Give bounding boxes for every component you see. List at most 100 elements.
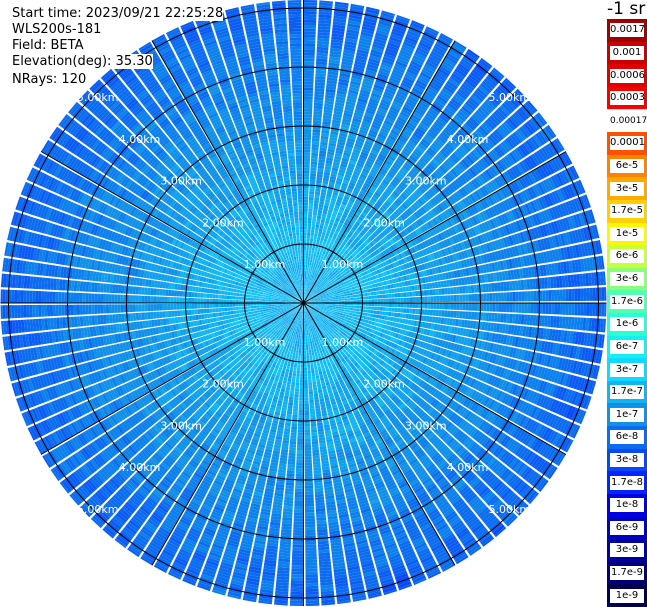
range-gate	[530, 290, 534, 302]
range-gate	[370, 295, 375, 299]
range-gate	[390, 288, 395, 294]
range-gate	[303, 43, 316, 47]
range-gate	[304, 282, 306, 286]
range-gate	[303, 93, 313, 97]
range-gate	[347, 307, 351, 311]
range-gate	[341, 298, 345, 301]
range-gate	[303, 176, 310, 180]
range-gate	[303, 34, 316, 38]
range-gate	[415, 303, 419, 309]
range-gate	[329, 299, 333, 302]
range-gate	[303, 37, 316, 41]
range-gate	[498, 303, 502, 312]
range-gate	[305, 252, 309, 257]
range-gate	[388, 289, 392, 294]
range-gate	[321, 300, 325, 302]
range-gate	[356, 300, 360, 303]
range-gate	[370, 310, 374, 314]
range-gate	[307, 261, 310, 266]
range-gate	[307, 264, 310, 268]
range-gate	[310, 229, 315, 233]
range-gate	[486, 303, 490, 312]
range-gate	[310, 265, 314, 269]
range-gate	[592, 303, 596, 317]
range-gate	[400, 303, 404, 308]
range-gate	[346, 312, 350, 315]
range-gate	[303, 40, 316, 44]
range-gate	[311, 220, 316, 225]
range-gate	[303, 90, 314, 94]
range-gate	[341, 294, 345, 297]
range-gate	[429, 309, 434, 316]
range-gate	[303, 173, 310, 177]
range-gate	[306, 267, 309, 271]
range-gate	[346, 290, 350, 294]
range-gate	[311, 223, 316, 228]
range-gate	[303, 0, 318, 3]
range-gate	[369, 288, 374, 292]
range-gate	[462, 311, 466, 319]
range-gate	[400, 292, 404, 298]
range-gate	[467, 285, 472, 294]
range-gate	[368, 306, 372, 310]
range-gate	[432, 289, 437, 296]
range-gate	[303, 220, 308, 224]
range-gate	[468, 294, 472, 302]
range-gate	[489, 303, 493, 312]
range-gate	[415, 296, 419, 303]
range-gate	[391, 298, 395, 303]
range-gate	[353, 294, 357, 298]
range-gate	[341, 309, 345, 312]
range-gate	[524, 303, 528, 314]
range-gate	[571, 303, 575, 316]
range-gate	[354, 314, 359, 318]
range-gate	[351, 289, 356, 293]
range-gate	[464, 285, 469, 294]
range-gate	[326, 298, 330, 301]
range-gate	[574, 288, 578, 302]
range-gate	[349, 290, 353, 293]
range-gate	[397, 303, 401, 308]
range-gate	[444, 295, 449, 302]
range-gate	[376, 291, 380, 295]
range-gate	[353, 305, 357, 309]
range-gate	[303, 193, 309, 197]
range-gate	[441, 310, 445, 317]
ppi-plot: 1.00km 1.00km1.00km 1.00km2.00km 2.00km2.00…	[0, 0, 607, 606]
range-gate	[559, 303, 564, 315]
range-gate	[303, 55, 315, 59]
range-gate	[303, 208, 308, 212]
range-gate	[385, 289, 389, 294]
range-gate	[601, 303, 605, 317]
range-gate	[335, 299, 339, 302]
range-gate	[304, 273, 307, 277]
range-gate	[332, 306, 336, 308]
range-gate	[305, 267, 307, 271]
range-gate	[338, 298, 342, 301]
range-gate	[338, 304, 342, 307]
range-gate	[373, 306, 378, 311]
range-gate	[303, 140, 311, 144]
range-gate	[303, 81, 314, 85]
range-gate	[303, 152, 311, 156]
range-gate	[309, 191, 315, 195]
range-gate	[307, 223, 312, 227]
range-gate	[577, 303, 581, 316]
range-gate	[441, 288, 445, 295]
range-gate	[409, 303, 413, 308]
range-gate	[341, 300, 345, 303]
range-gate	[388, 311, 392, 317]
range-gate	[503, 303, 508, 313]
range-gate	[343, 311, 347, 315]
range-gate	[346, 293, 351, 296]
range-gate	[400, 297, 404, 303]
range-gate	[303, 170, 310, 174]
range-gate	[303, 155, 311, 159]
range-gate	[337, 310, 342, 313]
range-gate	[309, 188, 315, 192]
range-gate	[542, 290, 546, 302]
range-gate	[562, 289, 567, 302]
range-gate	[364, 292, 368, 297]
range-gate	[338, 297, 342, 300]
range-gate	[340, 292, 344, 295]
